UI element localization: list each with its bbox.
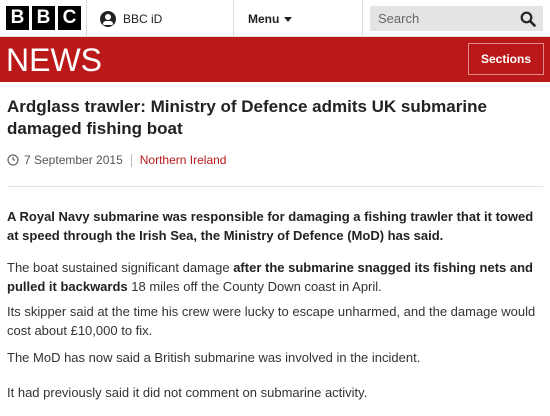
paragraph-text: 18 miles off the County Down coast in Ap…: [127, 279, 382, 294]
article-meta: 7 September 2015 Northern Ireland: [7, 152, 226, 168]
divider: [233, 0, 234, 37]
article-headline: Ardglass trawler: Ministry of Defence ad…: [7, 97, 487, 138]
bbc-logo-letter: B: [6, 6, 29, 30]
meta-divider: [130, 153, 132, 167]
divider: [7, 186, 543, 187]
category-link[interactable]: Northern Ireland: [140, 153, 227, 167]
search-box[interactable]: [370, 6, 543, 31]
top-bar: B B C BBC iD Menu: [0, 0, 550, 37]
article-intro: A Royal Navy submarine was responsible f…: [7, 209, 534, 243]
clock-icon: [7, 154, 19, 166]
chevron-down-icon: [284, 17, 293, 22]
article-paragraph: Its skipper said at the time his crew we…: [7, 304, 536, 338]
article-date: 7 September 2015: [24, 153, 123, 167]
news-logo[interactable]: NEWS: [6, 43, 102, 77]
article-paragraph: It had previously said it did not commen…: [7, 385, 368, 400]
search-icon[interactable]: [520, 11, 536, 27]
divider: [86, 0, 87, 37]
news-banner: NEWS Sections: [0, 37, 550, 82]
bbc-logo-letter: C: [58, 6, 81, 30]
bbc-logo-letter: B: [32, 6, 55, 30]
divider: [362, 0, 363, 37]
sections-button[interactable]: Sections: [468, 43, 544, 75]
search-input[interactable]: [378, 11, 518, 26]
article-paragraph: The MoD has now said a British submarine…: [7, 350, 421, 365]
person-icon: [100, 10, 116, 27]
bbcid-link[interactable]: BBC iD: [100, 0, 162, 37]
paragraph-text: The boat sustained significant damage: [7, 260, 234, 275]
menu-button[interactable]: Menu: [248, 0, 293, 37]
article-paragraph: The boat sustained significant damage af…: [7, 258, 543, 296]
bbcid-label: BBC iD: [123, 11, 163, 26]
bbc-logo[interactable]: B B C: [6, 6, 81, 30]
menu-label: Menu: [248, 11, 280, 26]
